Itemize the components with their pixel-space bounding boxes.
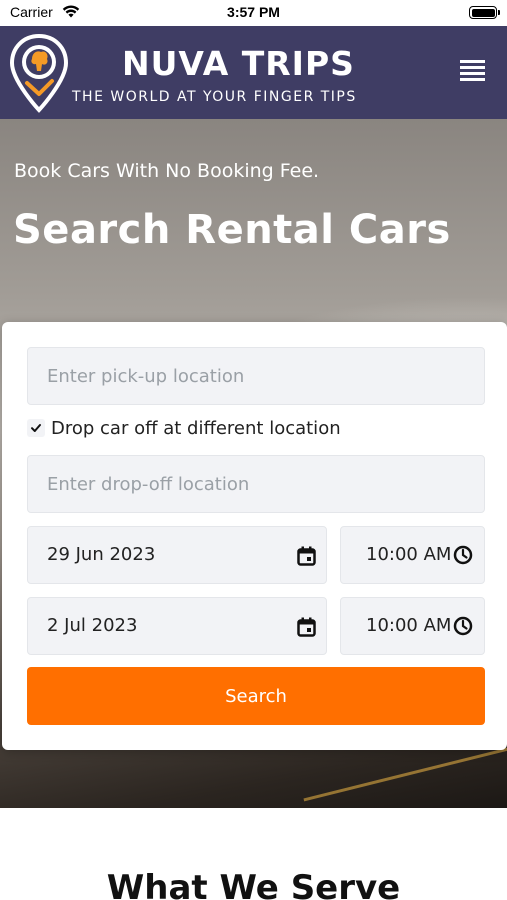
calendar-icon [297,617,316,637]
battery-icon [469,6,500,19]
brand-tagline: THE WORLD AT YOUR FINGER TIPS [72,89,357,105]
dropoff-date-value: 2 Jul 2023 [47,615,138,636]
dropoff-time-value: 10:00 AM [366,615,452,636]
car-search-form: Drop car off at different location 29 Ju… [2,322,507,750]
different-dropoff-checkbox[interactable] [27,419,45,437]
location-pin-globe-icon[interactable] [8,33,70,113]
hamburger-menu-icon[interactable] [460,60,486,84]
dropoff-location-field[interactable] [27,455,485,513]
section-title-what-we-serve: What We Serve [106,868,401,900]
pickup-location-input[interactable] [28,348,484,404]
clock-time: 3:57 PM [227,4,280,20]
different-dropoff-label: Drop car off at different location [51,418,341,439]
calendar-icon [297,546,316,566]
clock-icon [453,616,473,636]
dropoff-location-input[interactable] [28,456,484,512]
brand-title: NUVA TRIPS [122,44,355,83]
hero-subtitle: Book Cars With No Booking Fee. [14,160,320,182]
pickup-time-field[interactable]: 10:00 AM [340,526,485,584]
dropoff-date-field[interactable]: 2 Jul 2023 [27,597,327,655]
status-bar: Carrier 3:57 PM [0,0,507,26]
search-button[interactable]: Search [27,667,485,725]
pickup-location-field[interactable] [27,347,485,405]
pickup-date-field[interactable]: 29 Jun 2023 [27,526,327,584]
clock-icon [453,545,473,565]
pickup-time-value: 10:00 AM [366,544,452,565]
pickup-date-value: 29 Jun 2023 [47,544,156,565]
checkmark-icon [31,424,41,432]
app-header: NUVA TRIPS THE WORLD AT YOUR FINGER TIPS [0,26,507,119]
hero-title: Search Rental Cars [13,207,451,253]
dropoff-time-field[interactable]: 10:00 AM [340,597,485,655]
